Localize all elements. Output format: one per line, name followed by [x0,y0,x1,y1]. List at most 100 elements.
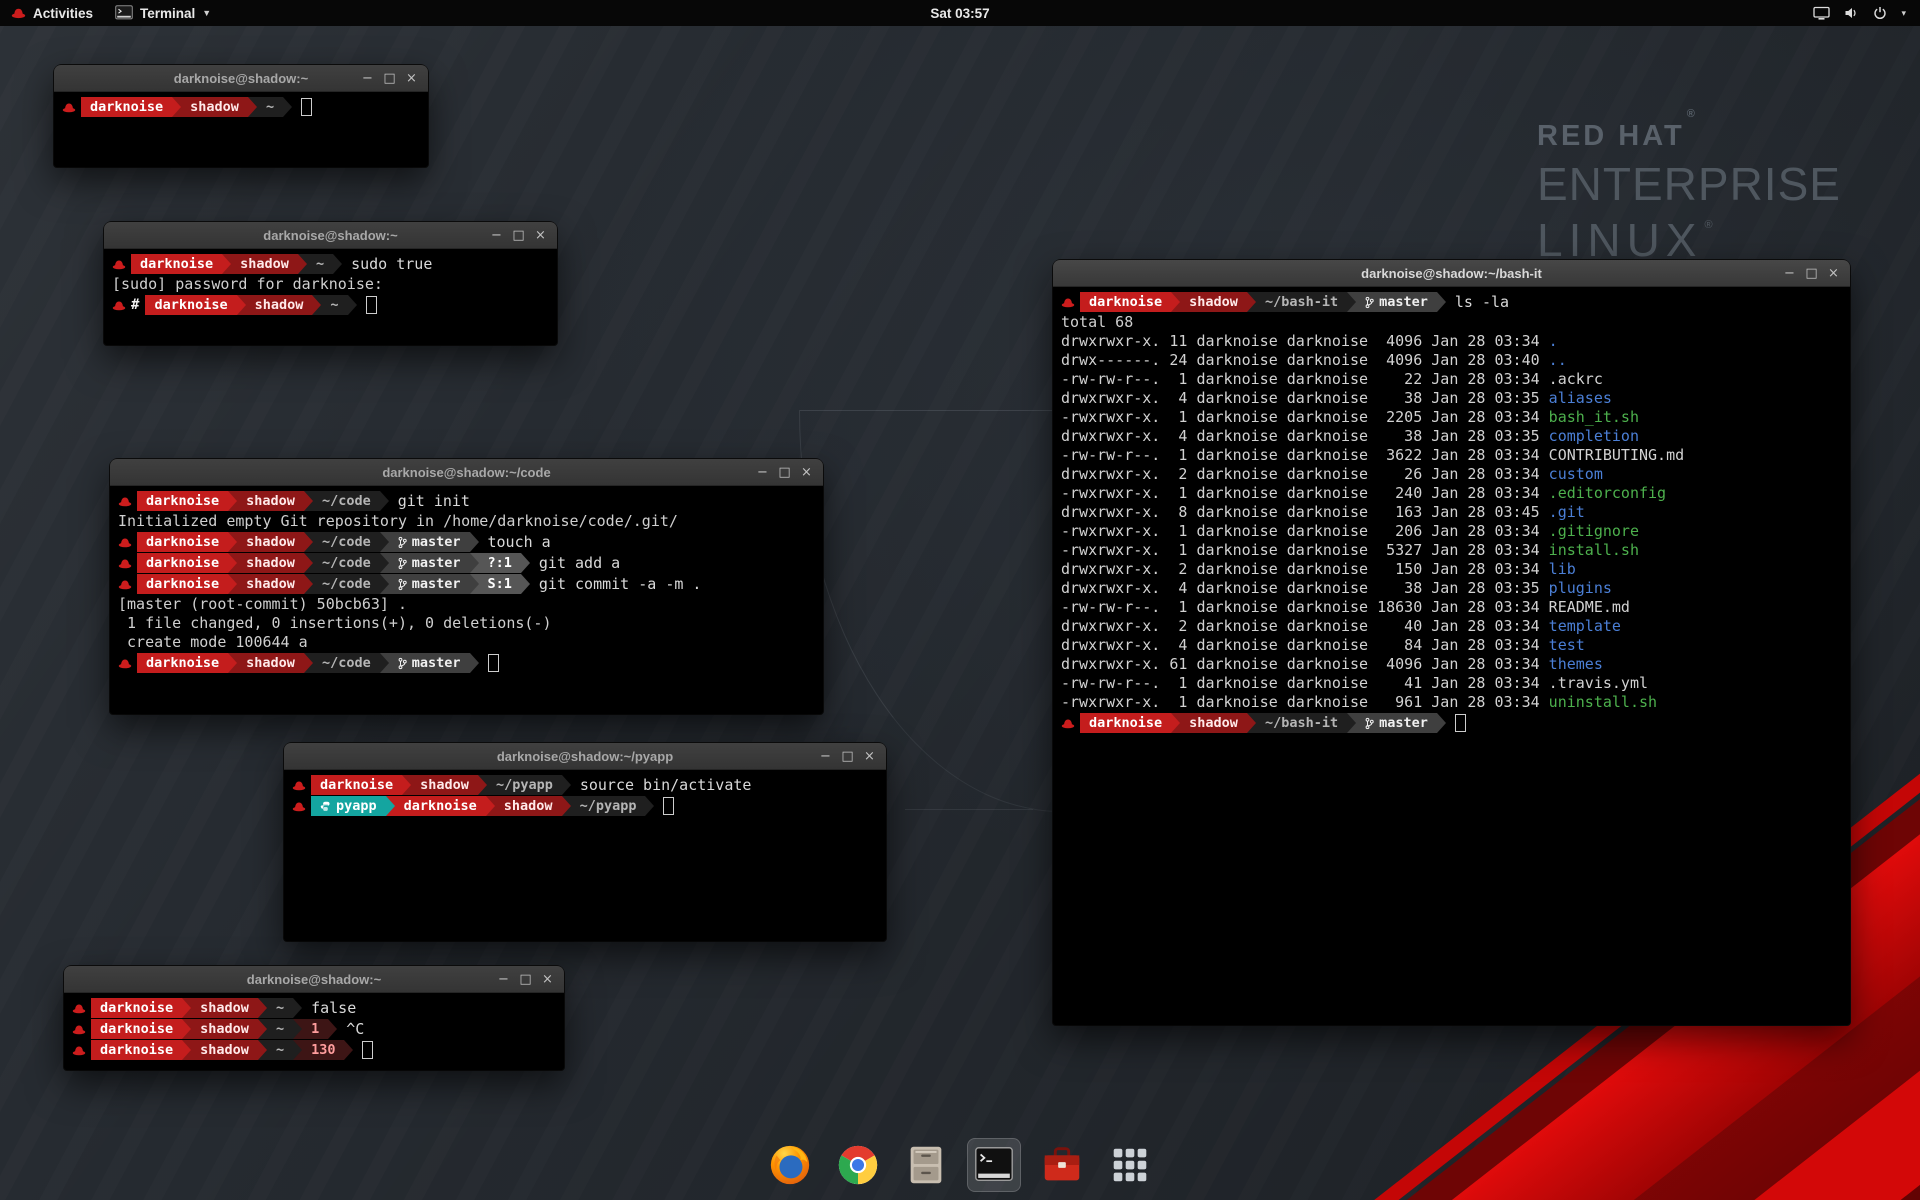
terminal-content[interactable]: darknoiseshadow~ [54,92,428,175]
ls-meta: -rw-rw-r--. 1 darknoise darknoise 3622 J… [1061,446,1549,464]
redhat-icon [1061,297,1075,308]
minimize-button[interactable]: − [494,967,513,992]
maximize-button[interactable]: □ [509,223,528,248]
terminal-content[interactable]: darknoiseshadow~/codegit initInitialized… [110,486,823,722]
app-menu-terminal[interactable]: Terminal ▼ [104,0,222,26]
ls-row: drwxrwxr-x. 4 darknoise darknoise 38 Jan… [1059,579,1844,598]
files-icon [903,1142,949,1188]
ls-filename: .. [1549,351,1567,369]
prompt-segment-exit: 130 [302,1040,344,1060]
titlebar[interactable]: darknoise@shadow:~−□× [54,65,428,92]
terminal-prompt-line: darknoiseshadow~/codemaster [116,653,817,673]
terminal-prompt-line: #darknoiseshadow~ [110,295,551,315]
maximize-button[interactable]: □ [1802,261,1821,286]
minimize-button[interactable]: − [816,744,835,769]
prompt-segment-host: shadow [246,295,313,315]
clock[interactable]: Sat 03:57 [930,6,989,21]
minimize-button[interactable]: − [1780,261,1799,286]
terminal-cursor [488,654,499,672]
maximize-button[interactable]: □ [516,967,535,992]
git-branch-icon [1365,717,1374,730]
desktop: RED HAT® ENTERPRISE LINUX® darknoise@sha… [0,0,1920,1200]
ls-filename: aliases [1549,389,1612,407]
powerline-separator [521,574,530,594]
powerline-separator [562,796,571,816]
redhat-icon [72,1024,86,1035]
command-text: source bin/activate [580,776,752,794]
terminal-output-line: 1 file changed, 0 insertions(+), 0 delet… [116,614,817,633]
terminal-content[interactable]: darknoiseshadow~/bash-itmasterls -latota… [1053,287,1850,1033]
dock-toolbox[interactable] [1036,1139,1088,1191]
dock-firefox[interactable] [764,1139,816,1191]
prompt-segment-user: darknoise [131,254,222,274]
terminal-content[interactable]: darknoiseshadow~falsedarknoiseshadow~1^C… [64,993,564,1078]
prompt-segment-user: darknoise [1080,713,1171,733]
prompt-segment-path: ~ [267,1019,293,1039]
ls-row: -rw-rw-r--. 1 darknoise darknoise 18630 … [1059,598,1844,617]
minimize-button[interactable]: − [487,223,506,248]
ls-meta: -rwxrwxr-x. 1 darknoise darknoise 240 Ja… [1061,484,1549,502]
maximize-button[interactable]: □ [775,460,794,485]
prompt-segment-user: darknoise [1080,292,1171,312]
prompt-segment-user: darknoise [91,1019,182,1039]
powerline-separator [283,97,292,117]
ls-filename: README.md [1549,598,1630,616]
terminal-prompt-line: darknoiseshadow~/codegit init [116,491,817,511]
ls-row: -rwxrwxr-x. 1 darknoise darknoise 240 Ja… [1059,484,1844,503]
terminal-content[interactable]: darknoiseshadow~sudo true[sudo] password… [104,249,557,353]
terminal-prompt-line: darknoiseshadow~/bash-itmaster [1059,713,1844,733]
system-menu[interactable]: ▾ [1813,0,1920,26]
prompt-segment-user: darknoise [81,97,172,117]
close-button[interactable]: × [402,66,421,91]
powerline-separator [258,1040,267,1060]
terminal-window-pyapp: darknoise@shadow:~/pyapp−□×darknoiseshad… [284,743,886,941]
powerline-separator [182,1019,191,1039]
powerline-separator [645,796,654,816]
terminal-prompt-line: darknoiseshadow~ [60,97,422,117]
prompt-segment-user: darknoise [91,998,182,1018]
ls-filename: .travis.yml [1549,674,1648,692]
git-branch-icon [398,657,407,670]
maximize-button[interactable]: □ [380,66,399,91]
prompt-segment-path: ~ [307,254,333,274]
activities-button[interactable]: Activities [0,0,104,26]
titlebar[interactable]: darknoise@shadow:~−□× [64,966,564,993]
close-button[interactable]: × [860,744,879,769]
redhat-icon [72,1003,86,1014]
close-button[interactable]: × [531,223,550,248]
terminal-prompt-line: darknoiseshadow~/bash-itmasterls -la [1059,292,1844,312]
powerline-separator [380,574,389,594]
command-text: touch a [488,533,551,551]
ls-filename: install.sh [1549,541,1639,559]
powerline-separator [1171,292,1180,312]
command-text: sudo true [351,255,432,273]
titlebar[interactable]: darknoise@shadow:~/bash-it−□× [1053,260,1850,287]
root-indicator: # [131,297,139,313]
powerline-separator [293,1019,302,1039]
titlebar[interactable]: darknoise@shadow:~−□× [104,222,557,249]
terminal-output-line: [master (root-commit) 50bcb63] . [116,595,817,614]
prompt-segment-path: ~/code [313,574,380,594]
redhat-icon [292,780,306,791]
prompt-segment-path: ~ [321,295,347,315]
prompt-segment-path: ~/bash-it [1256,713,1347,733]
dock-chrome[interactable] [832,1139,884,1191]
dock [0,1139,1920,1191]
minimize-button[interactable]: − [358,66,377,91]
dock-app-grid[interactable] [1104,1139,1156,1191]
maximize-button[interactable]: □ [838,744,857,769]
close-button[interactable]: × [538,967,557,992]
powerline-separator [470,574,479,594]
titlebar[interactable]: darknoise@shadow:~/code−□× [110,459,823,486]
powerline-separator [182,1040,191,1060]
dock-files[interactable] [900,1139,952,1191]
minimize-button[interactable]: − [753,460,772,485]
close-button[interactable]: × [1824,261,1843,286]
prompt-segment-path: ~/bash-it [1256,292,1347,312]
powerline-separator [1347,292,1356,312]
titlebar[interactable]: darknoise@shadow:~/pyapp−□× [284,743,886,770]
chevron-down-icon: ▼ [202,8,211,18]
dock-terminal[interactable] [968,1139,1020,1191]
close-button[interactable]: × [797,460,816,485]
terminal-content[interactable]: darknoiseshadow~/pyappsource bin/activat… [284,770,886,949]
